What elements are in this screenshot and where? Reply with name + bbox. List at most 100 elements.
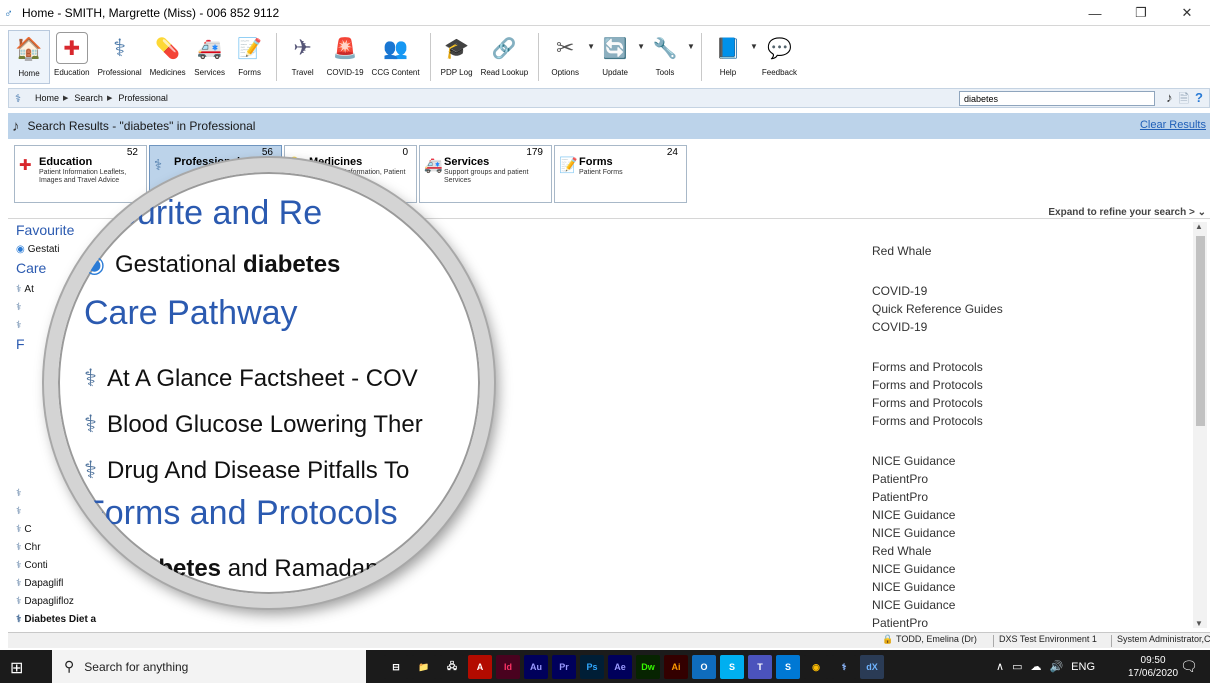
- breadcrumb-professional[interactable]: Professional: [118, 93, 168, 103]
- after-effects-icon[interactable]: Ae: [608, 655, 632, 679]
- travel-icon: ✈: [293, 35, 312, 60]
- scroll-up-icon[interactable]: ▲: [1195, 222, 1203, 231]
- outlook-icon[interactable]: O: [692, 655, 716, 679]
- network-icon[interactable]: 🖧: [440, 655, 464, 679]
- caduceus-icon: ⚕: [16, 614, 22, 625]
- skype-icon[interactable]: S: [720, 655, 744, 679]
- results-scrollbar[interactable]: ▲ ▼: [1193, 222, 1207, 628]
- notifications-icon[interactable]: 🗨: [1180, 658, 1198, 675]
- file-explorer-icon[interactable]: 📁: [412, 655, 436, 679]
- magnified-item-text: Blood Glucose Lowering Ther: [106, 411, 423, 438]
- magnified-item-highlight: diabetes: [243, 251, 341, 278]
- toolbar-label: COVID-19: [326, 68, 364, 77]
- list-item[interactable]: ⚕ C: [16, 524, 32, 535]
- chrome-icon[interactable]: ◉: [804, 655, 828, 679]
- chevron-down-icon[interactable]: ▼: [637, 42, 645, 51]
- list-item[interactable]: ⚕: [16, 320, 24, 331]
- taskbar-search[interactable]: ⚲ Search for anything: [52, 650, 366, 683]
- tile-count: 0: [402, 147, 408, 158]
- breadcrumb-home[interactable]: Home: [35, 93, 59, 103]
- list-item[interactable]: ◉ Gestati: [16, 244, 59, 255]
- illustrator-icon[interactable]: Ai: [664, 655, 688, 679]
- photoshop-icon[interactable]: Ps: [580, 655, 604, 679]
- search-history-icon[interactable]: ♪: [1166, 90, 1173, 112]
- list-item[interactable]: ⚕ At: [16, 284, 34, 295]
- dreamweaver-icon[interactable]: Dw: [636, 655, 660, 679]
- premiere-icon[interactable]: Pr: [552, 655, 576, 679]
- toolbar-read-lookup-button[interactable]: 🔗 Read Lookup: [477, 30, 533, 84]
- toolbar-forms-button[interactable]: 📝 Forms: [230, 30, 270, 84]
- forms-icon: 📝: [559, 157, 578, 174]
- toolbar-covid-button[interactable]: 🚨 COVID-19: [323, 30, 368, 84]
- close-button[interactable]: ✕: [1164, 0, 1210, 26]
- audition-icon[interactable]: Au: [524, 655, 548, 679]
- toolbar-home-button[interactable]: 🏠 Home: [8, 30, 50, 84]
- list-item[interactable]: ⚕ Diabetes Diet a: [16, 614, 96, 625]
- chevron-down-icon[interactable]: ▼: [687, 42, 695, 51]
- acrobat-icon[interactable]: A: [468, 655, 492, 679]
- toolbar-travel-button[interactable]: ✈ Travel: [283, 30, 323, 84]
- toolbar-label: Update: [602, 68, 628, 77]
- chevron-down-icon[interactable]: ▼: [587, 42, 595, 51]
- document-icon[interactable]: 🗎: [1179, 90, 1189, 112]
- caduceus-icon: ⚕: [16, 284, 22, 295]
- search-icon: ⚲: [64, 658, 75, 674]
- breadcrumb-search[interactable]: Search: [74, 93, 103, 103]
- teams-icon[interactable]: T: [748, 655, 772, 679]
- list-item[interactable]: ⚕: [16, 302, 24, 313]
- toolbar-professional-button[interactable]: ⚕ Professional: [94, 30, 146, 84]
- help-question-icon[interactable]: ?: [1195, 90, 1203, 112]
- onedrive-icon[interactable]: ☁: [1030, 660, 1041, 673]
- list-item[interactable]: ⚕: [16, 506, 24, 517]
- toolbar-ccg-content-button[interactable]: 👥 CCG Content: [368, 30, 424, 84]
- volume-icon[interactable]: 🔊: [1049, 660, 1063, 673]
- toolbar-tools-button[interactable]: 🔧 Tools: [645, 30, 685, 84]
- results-header: ♪ Search Results - "diabetes" in Profess…: [8, 113, 1210, 139]
- restore-button[interactable]: ❐: [1118, 0, 1164, 26]
- tray-expand-icon[interactable]: ∧: [996, 660, 1004, 673]
- tile-description: Patient Forms: [579, 169, 623, 176]
- network-status-icon[interactable]: ▭: [1012, 660, 1022, 673]
- indesign-icon[interactable]: Id: [496, 655, 520, 679]
- magnified-item-text: At A Glance Factsheet - COV: [106, 365, 418, 392]
- chevron-down-icon[interactable]: ▼: [750, 42, 758, 51]
- list-item[interactable]: ⚕ Conti: [16, 560, 48, 571]
- windows-taskbar: ⊞ ⚲ Search for anything ⊟ 📁 🖧 A Id Au Pr Ps Ae Dw…: [0, 650, 1210, 683]
- skype-business-icon[interactable]: S: [776, 655, 800, 679]
- alert-light-icon: 🚨: [332, 37, 358, 60]
- list-item[interactable]: ⚕ Dapaglifloz: [16, 596, 74, 607]
- caduceus-icon: ⚕: [16, 578, 22, 589]
- scrollbar-thumb[interactable]: [1196, 236, 1205, 426]
- caduceus-icon: ⚕: [16, 506, 22, 517]
- caduceus-app-icon[interactable]: ⚕: [832, 655, 856, 679]
- magnified-item: ⚕ Drug And Disease Pitfalls To: [84, 456, 409, 485]
- search-input[interactable]: [959, 91, 1155, 106]
- toolbar-label: Read Lookup: [480, 68, 529, 77]
- list-item[interactable]: ⚕: [16, 488, 24, 499]
- list-item[interactable]: ⚕ Chr: [16, 542, 41, 553]
- list-item[interactable]: ⚕ Dapaglifl: [16, 578, 63, 589]
- expand-refine-link[interactable]: Expand to refine your search > ⌄: [1048, 207, 1206, 218]
- toolbar-update-button[interactable]: 🔄 Update: [595, 30, 635, 84]
- clear-results-link[interactable]: Clear Results: [1140, 119, 1206, 131]
- toolbar-education-button[interactable]: ✚ Education: [50, 30, 94, 84]
- tile-forms[interactable]: 📝 Forms 24 Patient Forms: [554, 145, 687, 203]
- toolbar-help-button[interactable]: 📘 Help: [708, 30, 748, 84]
- toolbar-feedback-button[interactable]: 💬 Feedback: [758, 30, 801, 84]
- taskbar-clock[interactable]: 09:50 17/06/2020: [1128, 654, 1178, 680]
- caduceus-icon: ⚕: [16, 320, 22, 331]
- toolbar-separator: [429, 33, 431, 81]
- minimize-button[interactable]: —: [1072, 0, 1118, 26]
- toolbar-services-button[interactable]: 🚑 Services: [190, 30, 230, 84]
- breadcrumb-arrow-icon: ▶: [63, 95, 69, 102]
- scroll-down-icon[interactable]: ▼: [1195, 619, 1203, 628]
- language-indicator[interactable]: ENG: [1071, 661, 1095, 673]
- caduceus-icon: ⚕: [16, 542, 22, 553]
- task-view-icon[interactable]: ⊟: [384, 655, 408, 679]
- windows-start-icon[interactable]: ⊞: [10, 658, 23, 678]
- toolbar-medicines-button[interactable]: 💊 Medicines: [146, 30, 190, 84]
- window-title: Home - SMITH, Margrette (Miss) - 006 852…: [22, 5, 280, 20]
- toolbar-pdp-log-button[interactable]: 🎓 PDP Log: [437, 30, 477, 84]
- dxs-app-icon[interactable]: dX: [860, 655, 884, 679]
- toolbar-options-button[interactable]: ✂ Options: [545, 30, 585, 84]
